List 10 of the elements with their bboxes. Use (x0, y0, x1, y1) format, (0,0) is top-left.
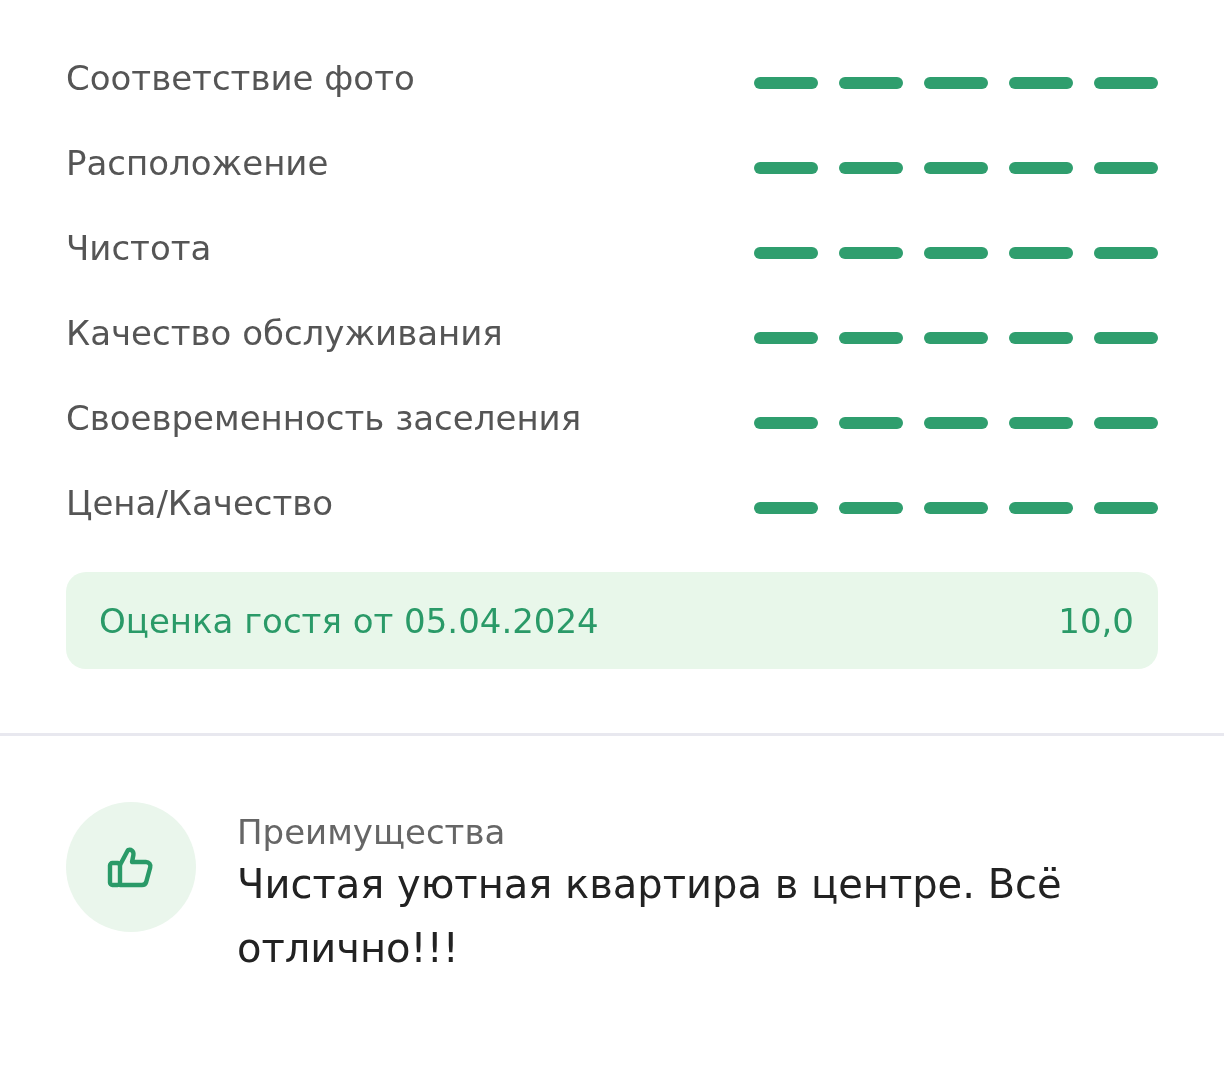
rating-label: Качество обслуживания (66, 312, 503, 353)
advantages-title: Преимущества (237, 812, 507, 852)
rating-label: Цена/Качество (66, 482, 334, 523)
rating-label: Соответствие фото (66, 57, 415, 98)
rating-label: Расположение (66, 142, 329, 183)
rating-label: Чистота (66, 227, 212, 268)
rating-label: Своевременность заселения (66, 397, 582, 438)
score-label: Оценка гостя от 05.04.2024 (99, 600, 599, 641)
score-value: 10,0 (1058, 600, 1134, 641)
advantages-text: Чистая уютная квартира в центре. Всё отлично!!! (237, 860, 1063, 973)
